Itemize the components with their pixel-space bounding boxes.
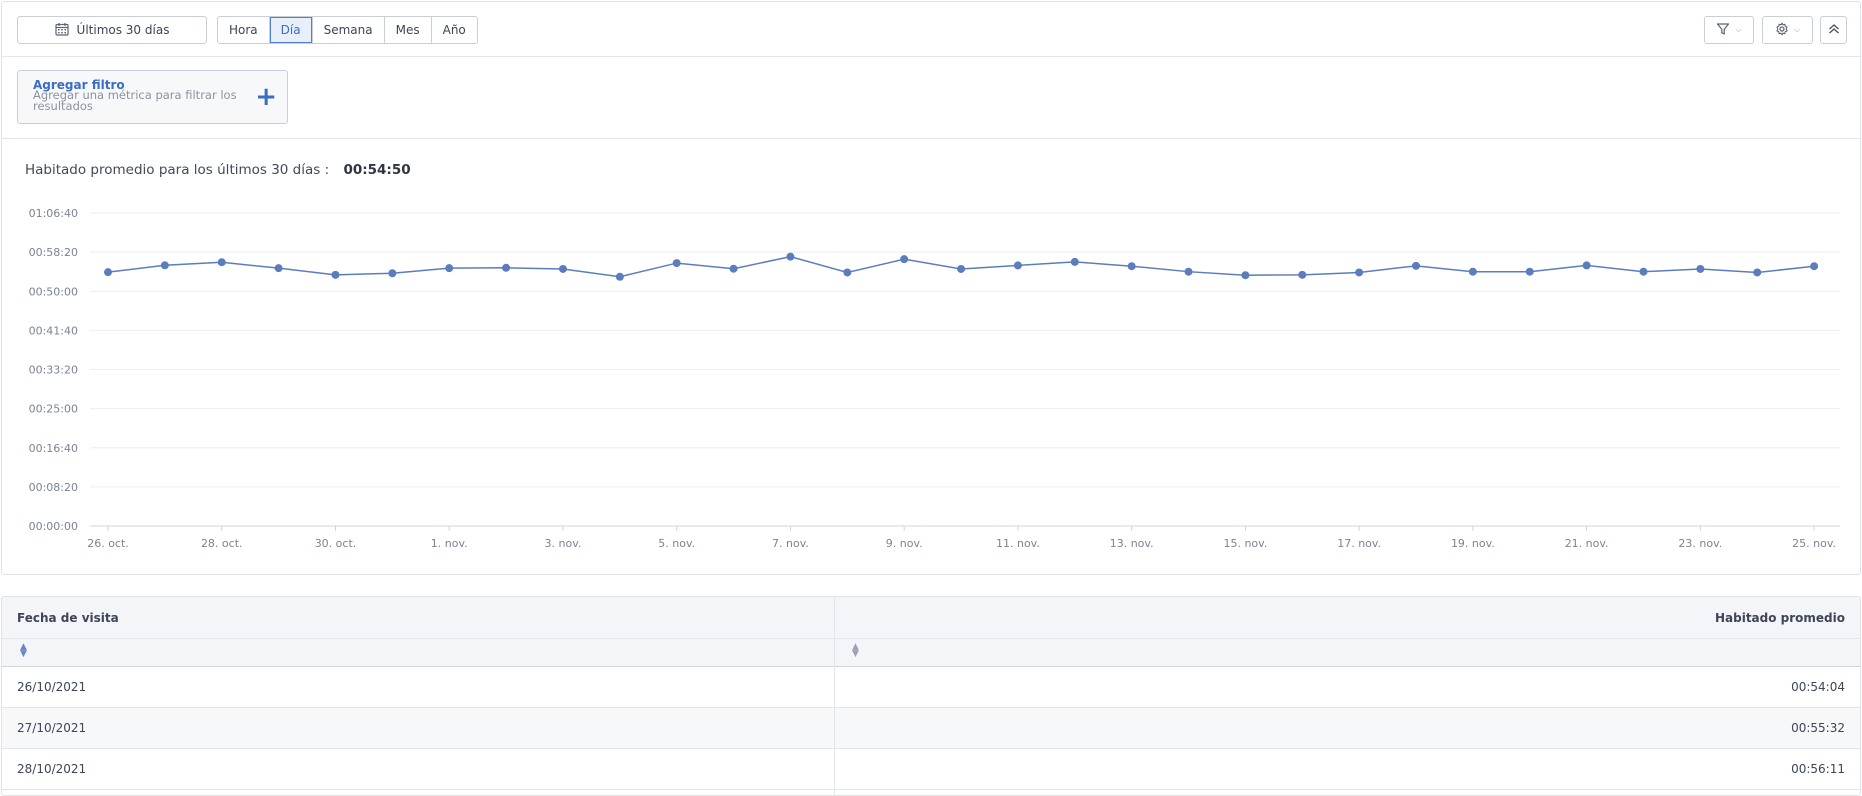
data-point xyxy=(502,263,511,272)
data-point xyxy=(1241,271,1250,280)
y-tick-label: 00:25:00 xyxy=(29,403,78,416)
y-tick-label: 01:06:40 xyxy=(29,207,78,220)
row-value: 00:54:04 xyxy=(1791,680,1845,694)
x-tick-label: 13. nov. xyxy=(1110,537,1154,550)
row-date: 27/10/2021 xyxy=(17,721,87,735)
x-tick-label: 26. oct. xyxy=(87,537,129,550)
x-tick-label: 15. nov. xyxy=(1223,537,1267,550)
data-point xyxy=(1070,257,1079,266)
table-row: 26/10/2021 00:54:04 xyxy=(2,667,1860,708)
chart-panel: Últimos 30 días Hora Día Semana Mes Año … xyxy=(1,1,1861,575)
x-tick-label: 1. nov. xyxy=(431,537,468,550)
y-tick-label: 00:08:20 xyxy=(29,481,78,494)
data-point xyxy=(1184,267,1193,276)
y-tick-label: 00:16:40 xyxy=(29,442,78,455)
sort-arrows-icon[interactable]: ▲ ▼ xyxy=(20,643,27,659)
x-tick-label: 21. nov. xyxy=(1565,537,1609,550)
y-tick-label: 00:58:20 xyxy=(29,246,78,259)
row-value: 00:56:11 xyxy=(1791,762,1845,776)
y-tick-label: 00:41:40 xyxy=(29,324,78,337)
row-date: 26/10/2021 xyxy=(17,680,87,694)
x-tick-label: 17. nov. xyxy=(1337,537,1381,550)
data-point xyxy=(1525,267,1534,276)
data-point xyxy=(900,255,909,264)
data-point xyxy=(217,258,226,267)
data-point xyxy=(1127,262,1136,271)
data-point xyxy=(843,268,852,277)
line-chart: 00:00:00 00:08:20 00:16:40 00:25:00 00:33:20… xyxy=(29,207,1840,550)
data-point xyxy=(957,264,966,273)
row-date: 28/10/2021 xyxy=(17,762,87,776)
data-table: Fecha de visita Habitado promedio ▲ ▼ ▲ ▼ … xyxy=(1,596,1861,796)
table-row: 27/10/2021 00:55:32 xyxy=(2,708,1860,749)
x-tick-label: 11. nov. xyxy=(996,537,1040,550)
x-tick-label: 3. nov. xyxy=(545,537,582,550)
y-tick-label: 00:50:00 xyxy=(29,285,78,298)
column-header-value[interactable]: Habitado promedio xyxy=(1715,611,1845,625)
y-tick-label: 00:33:20 xyxy=(29,364,78,377)
data-point xyxy=(274,264,283,273)
data-point xyxy=(1639,267,1648,276)
data-point xyxy=(615,272,624,281)
data-point xyxy=(388,269,397,278)
data-point xyxy=(1753,268,1762,277)
data-point xyxy=(1013,261,1022,270)
data-point xyxy=(1355,268,1364,277)
x-tick-label: 5. nov. xyxy=(658,537,695,550)
x-tick-label: 7. nov. xyxy=(772,537,809,550)
data-point xyxy=(729,264,738,273)
x-tick-label: 19. nov. xyxy=(1451,537,1495,550)
column-divider xyxy=(834,597,835,795)
table-row: 28/10/2021 00:56:11 xyxy=(2,749,1860,790)
x-tick-label: 30. oct. xyxy=(315,537,357,550)
x-tick-label: 23. nov. xyxy=(1678,537,1722,550)
data-point xyxy=(1810,262,1819,271)
y-tick-label: 00:00:00 xyxy=(29,520,78,533)
data-point xyxy=(1412,261,1421,270)
data-point xyxy=(558,264,567,273)
sort-arrows-icon[interactable]: ▲ ▼ xyxy=(852,643,859,659)
x-tick-label: 9. nov. xyxy=(886,537,923,550)
data-point xyxy=(672,259,681,268)
column-header-date[interactable]: Fecha de visita xyxy=(17,611,119,625)
data-point xyxy=(1696,264,1705,273)
data-point xyxy=(331,270,340,279)
data-point xyxy=(786,252,795,261)
data-point xyxy=(1582,261,1591,270)
data-point xyxy=(160,261,169,270)
x-tick-label: 28. oct. xyxy=(201,537,243,550)
data-point xyxy=(1298,270,1307,279)
data-point xyxy=(445,264,454,273)
row-value: 00:55:32 xyxy=(1791,721,1845,735)
table-header: Fecha de visita Habitado promedio ▲ ▼ ▲ ▼ xyxy=(2,597,1860,667)
x-tick-label: 25. nov. xyxy=(1792,537,1836,550)
data-point xyxy=(104,268,112,277)
data-point xyxy=(1468,267,1477,276)
